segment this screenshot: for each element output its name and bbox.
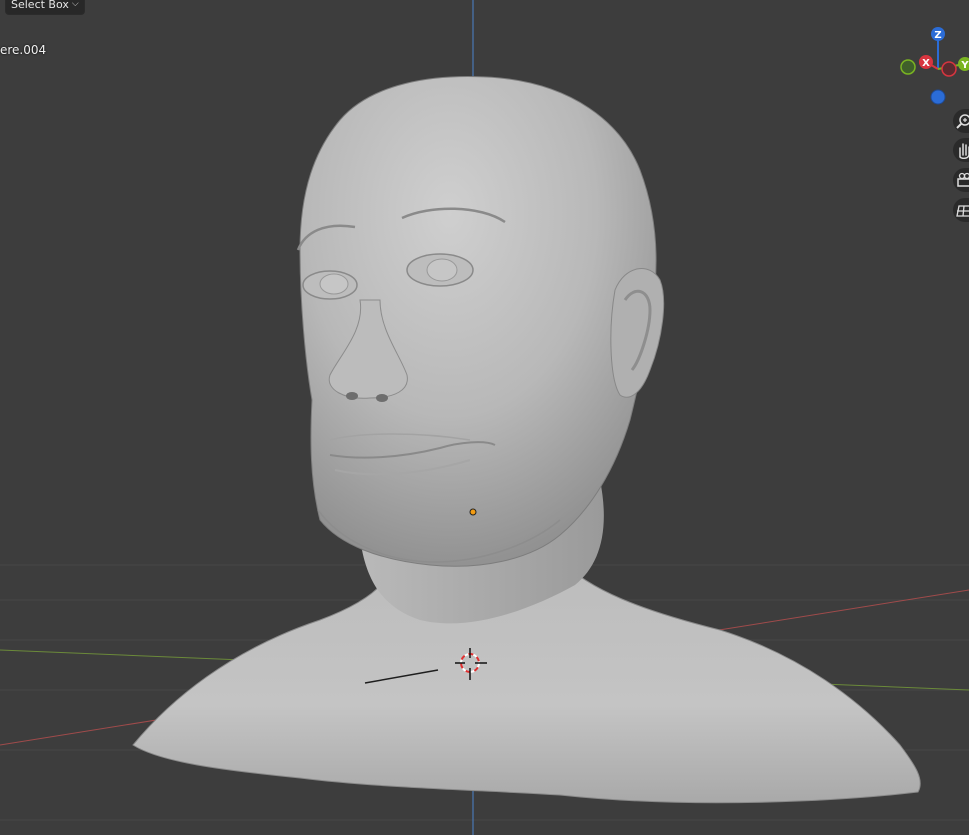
gizmo-neg-x-icon[interactable] xyxy=(941,61,957,77)
select-mode-dropdown[interactable]: Select Box ⌵ xyxy=(5,0,85,15)
bust-head xyxy=(299,76,657,567)
object-origin[interactable] xyxy=(469,508,477,516)
gizmo-neg-z-icon[interactable] xyxy=(930,89,946,105)
select-mode-label: Select Box xyxy=(11,0,69,11)
perspective-toggle-button[interactable] xyxy=(953,198,969,222)
svg-text:Y: Y xyxy=(960,60,969,71)
3d-viewport[interactable]: Select Box ⌵ ere.004 Z X Y xyxy=(0,0,969,835)
pan-button[interactable] xyxy=(953,138,969,162)
gizmo-axis-x[interactable]: X xyxy=(919,55,933,69)
svg-text:X: X xyxy=(922,58,930,69)
svg-text:Z: Z xyxy=(934,30,941,41)
hand-pan-icon xyxy=(959,143,969,159)
zoom-button[interactable] xyxy=(953,109,969,133)
gizmo-neg-y-icon[interactable] xyxy=(900,59,916,75)
gizmo-axis-y[interactable]: Y xyxy=(958,57,969,71)
grid-perspective-icon xyxy=(956,205,969,217)
camera-view-button[interactable] xyxy=(953,168,969,192)
chevron-down-icon: ⌵ xyxy=(71,0,79,9)
navigation-gizmo[interactable]: Z X Y xyxy=(896,24,969,109)
camera-icon xyxy=(957,172,969,187)
active-object-name: ere.004 xyxy=(0,43,47,57)
bust-ear xyxy=(610,268,665,398)
zoom-icon xyxy=(956,114,969,129)
gizmo-axis-z[interactable]: Z xyxy=(931,27,945,41)
viewport-scene xyxy=(0,0,969,835)
